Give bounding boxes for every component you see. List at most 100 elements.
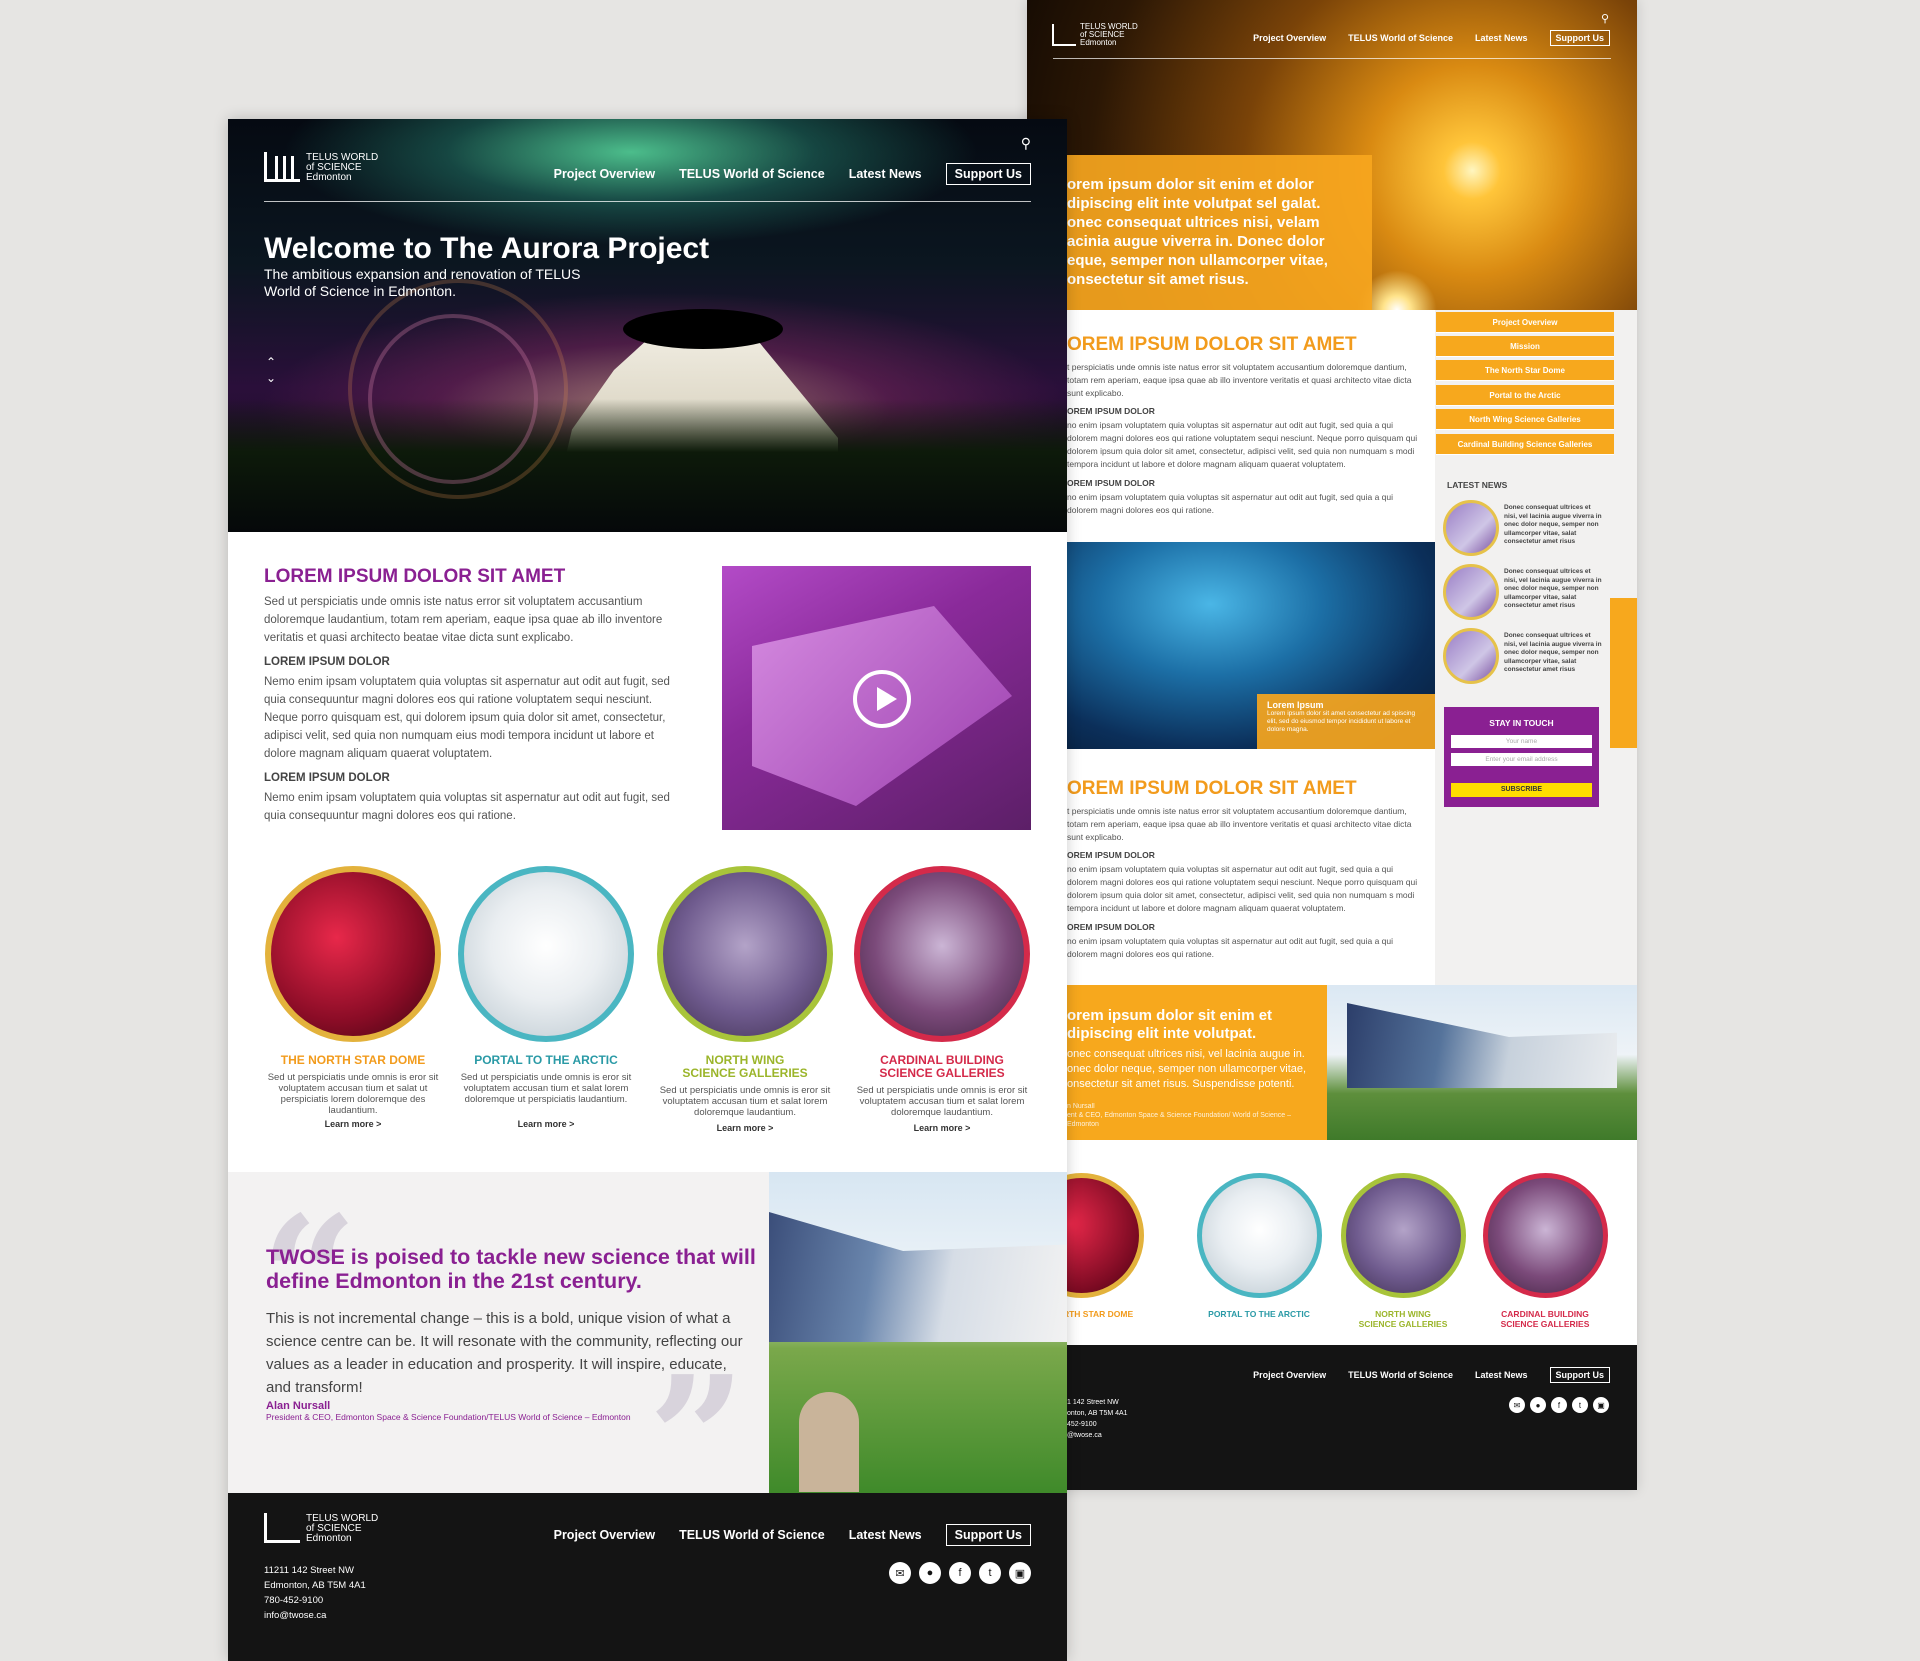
chevron-down-icon[interactable]: ⌄ — [266, 371, 276, 385]
news-item-text[interactable]: Donec consequat ultrices et nisi, vel la… — [1504, 632, 1604, 675]
sidebar-item-project-overview[interactable]: Project Overview — [1436, 312, 1614, 333]
nav-latest-news[interactable]: Latest News — [849, 167, 922, 181]
learn-more-link[interactable]: Learn more > — [852, 1123, 1032, 1133]
facebook-icon[interactable]: f — [949, 1562, 971, 1584]
learn-more-link[interactable]: Learn more > — [456, 1119, 636, 1129]
footer-nav-telus-world[interactable]: TELUS World of Science — [1348, 1370, 1453, 1380]
dome-caption: Lorem Ipsum Lorem ipsum dolor sit amet co… — [1257, 694, 1435, 749]
support-us-button[interactable]: Support Us — [1549, 30, 1610, 46]
email-icon[interactable]: ✉ — [889, 1562, 911, 1584]
gallery-image-north-star-dome[interactable] — [265, 866, 441, 1042]
footer-nav-latest-news[interactable]: Latest News — [849, 1528, 922, 1542]
nav-telus-world[interactable]: TELUS World of Science — [679, 167, 825, 181]
gallery-image-north-wing[interactable] — [1341, 1173, 1466, 1298]
testimonial-author: Alan Nursall — [266, 1400, 331, 1412]
nav-telus-world[interactable]: TELUS World of Science — [1348, 33, 1453, 43]
facebook-icon[interactable]: f — [1551, 1397, 1567, 1413]
gallery-image-north-wing[interactable] — [657, 866, 833, 1042]
quote-author: n Nursall — [1067, 1103, 1095, 1110]
dome-caption-text: Lorem ipsum dolor sit amet consectetur a… — [1267, 710, 1416, 733]
nav-project-overview[interactable]: Project Overview — [554, 167, 655, 181]
gallery-image-cardinal-building[interactable] — [854, 866, 1030, 1042]
search-icon[interactable]: ⚲ — [1601, 12, 1609, 25]
social-links: ✉ ● f t ▣ — [889, 1562, 1031, 1584]
gallery-title[interactable]: NORTH WING SCIENCE GALLERIES — [1338, 1309, 1468, 1329]
header-divider — [264, 201, 1031, 202]
sidebar-item-mission[interactable]: Mission — [1436, 336, 1614, 357]
header-divider — [1053, 58, 1611, 59]
footer-support-us-button[interactable]: Support Us — [945, 1524, 1031, 1546]
footer-support-us-button[interactable]: Support Us — [1549, 1367, 1610, 1383]
gallery-description: Sed ut perspiciatis unde omnis is eror s… — [856, 1085, 1028, 1118]
social-links: ✉ ● f t ▣ — [1509, 1397, 1609, 1413]
logo-line-3: Edmonton — [306, 172, 352, 183]
section-heading: OREM IPSUM DOLOR SIT AMET — [1067, 334, 1357, 355]
news-thumbnail[interactable] — [1443, 628, 1499, 684]
sidebar-item-north-star-dome[interactable]: The North Star Dome — [1436, 360, 1614, 381]
gallery-title-portal-arctic[interactable]: PORTAL TO THE ARCTIC — [456, 1054, 636, 1067]
footer-logo[interactable]: TELUS WORLD of SCIENCE Edmonton — [264, 1511, 394, 1547]
footer-nav-project-overview[interactable]: Project Overview — [1253, 1370, 1326, 1380]
gallery-image-portal-arctic[interactable] — [458, 866, 634, 1042]
email-input[interactable]: Enter your email address — [1451, 753, 1592, 766]
testimonial-author-title: President & CEO, Edmonton Space & Scienc… — [266, 1412, 631, 1422]
footer-nav-latest-news[interactable]: Latest News — [1475, 1370, 1528, 1380]
back-page-mockup: TELUS WORLD of SCIENCE Edmonton ⚲ Project … — [1027, 0, 1637, 1490]
learn-more-link[interactable]: Learn more > — [263, 1119, 443, 1129]
location-pin-icon[interactable]: ● — [919, 1562, 941, 1584]
logo[interactable]: TELUS WORLD of SCIENCE Edmonton — [264, 150, 394, 186]
subscribe-button[interactable]: SUBSCRIBE — [1451, 783, 1592, 797]
newsletter-signup: STAY IN TOUCH Your name Enter your email… — [1444, 707, 1599, 807]
footer-nav-telus-world[interactable]: TELUS World of Science — [679, 1528, 825, 1542]
twitter-icon[interactable]: t — [1572, 1397, 1588, 1413]
hero-subtitle: The ambitious expansion and renovation o… — [264, 266, 581, 299]
chevron-up-icon[interactable]: ⌃ — [266, 355, 276, 369]
section-paragraph: no enim ipsam voluptatem quia voluptas s… — [1067, 864, 1418, 913]
dome-caption-title: Lorem Ipsum — [1267, 700, 1324, 710]
sidebar-item-portal-arctic[interactable]: Portal to the Arctic — [1436, 385, 1614, 406]
quote-body: onec consequat ultrices nisi, vel lacini… — [1067, 1048, 1307, 1090]
learn-more-link[interactable]: Learn more > — [655, 1123, 835, 1133]
gallery-title-north-wing[interactable]: NORTH WING SCIENCE GALLERIES — [655, 1054, 835, 1080]
gallery-title-cardinal-building[interactable]: CARDINAL BUILDING SCIENCE GALLERIES — [852, 1054, 1032, 1080]
name-input[interactable]: Your name — [1451, 735, 1592, 748]
instagram-icon[interactable]: ▣ — [1009, 1562, 1031, 1584]
sidebar-item-north-wing[interactable]: North Wing Science Galleries — [1436, 409, 1614, 430]
section-paragraph: no enim ipsam voluptatem quia voluptas s… — [1067, 420, 1418, 469]
section-subheading: OREM IPSUM DOLOR — [1067, 478, 1155, 488]
play-icon[interactable] — [853, 670, 911, 728]
email-icon[interactable]: ✉ — [1509, 1397, 1525, 1413]
quote-block: orem ipsum dolor sit enim et dipiscing e… — [1027, 985, 1327, 1140]
gallery-description: Sed ut perspiciatis unde omnis is eror s… — [659, 1085, 831, 1118]
gallery-image-portal-arctic[interactable] — [1197, 1173, 1322, 1298]
newsletter-title: STAY IN TOUCH — [1489, 718, 1554, 728]
instagram-icon[interactable]: ▣ — [1593, 1397, 1609, 1413]
sidebar-item-cardinal-building[interactable]: Cardinal Building Science Galleries — [1436, 434, 1614, 455]
dome-theatre-image: Lorem Ipsum Lorem ipsum dolor sit amet co… — [1027, 542, 1435, 749]
quote-role: ent & CEO, Edmonton Space & Science Foun… — [1067, 1112, 1291, 1128]
hero-callout: orem ipsum dolor sit enim et dolor dipis… — [1027, 155, 1372, 310]
news-item-text[interactable]: Donec consequat ultrices et nisi, vel la… — [1504, 568, 1604, 611]
logo-mark-icon — [264, 152, 300, 182]
logo-mark-icon — [1052, 24, 1076, 46]
gallery-title-north-star-dome[interactable]: THE NORTH STAR DOME — [263, 1054, 443, 1067]
footer-nav: Project Overview TELUS World of Science … — [554, 1524, 1031, 1546]
logo[interactable]: TELUS WORLD of SCIENCE Edmonton — [1052, 22, 1147, 48]
gallery-image-cardinal-building[interactable] — [1483, 1173, 1608, 1298]
news-item-text[interactable]: Donec consequat ultrices et nisi, vel la… — [1504, 504, 1604, 547]
location-pin-icon[interactable]: ● — [1530, 1397, 1546, 1413]
news-thumbnail[interactable] — [1443, 564, 1499, 620]
footer-nav-project-overview[interactable]: Project Overview — [554, 1528, 655, 1542]
testimonial-body: This is not incremental change – this is… — [266, 1310, 743, 1396]
gallery-title[interactable]: PORTAL TO THE ARCTIC — [1194, 1309, 1324, 1319]
video-thumbnail[interactable] — [722, 566, 1031, 830]
support-us-button[interactable]: Support Us — [945, 163, 1031, 185]
gallery-title[interactable]: CARDINAL BUILDING SCIENCE GALLERIES — [1480, 1309, 1610, 1329]
logo-mark-icon — [264, 1513, 300, 1543]
twitter-icon[interactable]: t — [979, 1562, 1001, 1584]
section-paragraph: Nemo enim ipsam voluptatem quia voluptas… — [264, 792, 670, 822]
news-thumbnail[interactable] — [1443, 500, 1499, 556]
nav-project-overview[interactable]: Project Overview — [1253, 33, 1326, 43]
nav-latest-news[interactable]: Latest News — [1475, 33, 1528, 43]
search-icon[interactable]: ⚲ — [1021, 135, 1031, 152]
